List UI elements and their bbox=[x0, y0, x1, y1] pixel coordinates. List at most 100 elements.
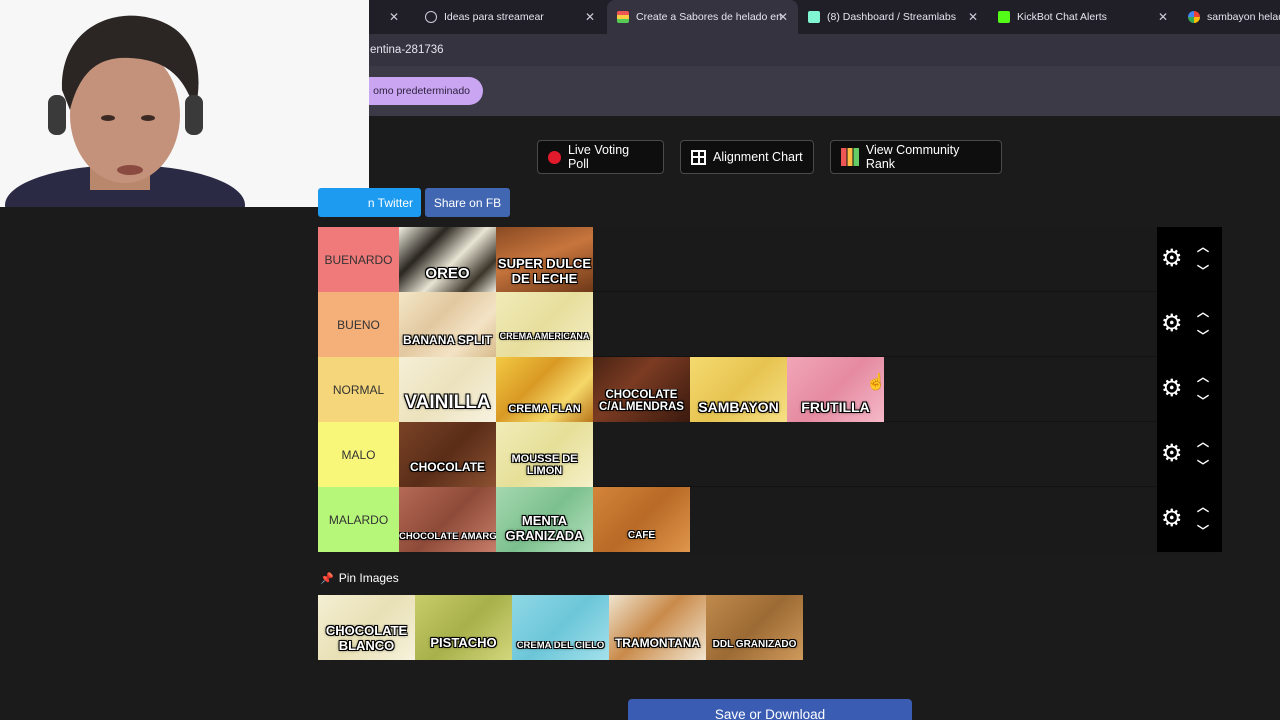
tier-row-malo: MALO CHOCOLATE MOUSSE DE LIMON ⚙ ︿ ﹀ bbox=[318, 422, 1222, 487]
tier-row-normal: NORMAL VAINILLA CREMA FLAN CHOCOLATE C/A… bbox=[318, 357, 1222, 422]
webcam-overlay bbox=[0, 0, 369, 207]
tier-label[interactable]: BUENARDO bbox=[318, 227, 399, 292]
tier-item[interactable]: VAINILLA bbox=[399, 357, 496, 422]
pin-images-toggle[interactable]: 📌 Pin Images bbox=[320, 571, 399, 585]
item-label: CAFÉ bbox=[627, 530, 656, 541]
tab-sambayon[interactable]: sambayon helad bbox=[1178, 0, 1280, 34]
chevron-down-icon[interactable]: ﹀ bbox=[1197, 330, 1209, 342]
url-text[interactable]: entina-281736 bbox=[370, 44, 444, 56]
item-label: FRUTILLA bbox=[801, 399, 870, 415]
globe-icon bbox=[425, 11, 437, 23]
item-label: CREMA DEL CIELO bbox=[516, 640, 605, 651]
tier-items: CHOCOLATE MOUSSE DE LIMON bbox=[399, 422, 593, 487]
share-twitter-button[interactable]: n Twitter bbox=[318, 188, 421, 217]
tier-label[interactable]: MALARDO bbox=[318, 487, 399, 552]
pool-item[interactable]: CREMA DEL CIELO bbox=[512, 595, 609, 660]
chevron-up-icon[interactable]: ︿ bbox=[1197, 501, 1209, 513]
item-label: MOUSSE DE LIMON bbox=[511, 452, 578, 477]
tab-create-sabores[interactable]: Create a Sabores de helado en ✕ bbox=[607, 0, 798, 34]
gear-icon[interactable]: ⚙ bbox=[1161, 507, 1183, 531]
alignment-chart-button[interactable]: Alignment Chart bbox=[680, 140, 814, 174]
tier-grid-icon bbox=[841, 148, 859, 166]
pool-item[interactable]: TRAMONTANA bbox=[609, 595, 706, 660]
chevron-down-icon[interactable]: ﹀ bbox=[1197, 395, 1209, 407]
view-community-rank-button[interactable]: View Community Rank bbox=[830, 140, 1002, 174]
tier-item[interactable]: OREO bbox=[399, 227, 496, 292]
tier-item[interactable]: CAFÉ bbox=[593, 487, 690, 552]
save-or-download-button[interactable]: Save or Download bbox=[628, 699, 912, 720]
tier-controls: ⚙ ︿ ﹀ bbox=[1157, 487, 1222, 552]
chevron-up-icon[interactable]: ︿ bbox=[1197, 371, 1209, 383]
tab-kickbot[interactable]: KickBot Chat Alerts ✕ bbox=[988, 0, 1178, 34]
tier-row-malardo: MALARDO CHOCOLATE AMARGO MENTA GRANIZADA… bbox=[318, 487, 1222, 552]
item-label: CHOCOLATE AMARGO bbox=[399, 531, 496, 542]
tier-controls: ⚙ ︿ ﹀ bbox=[1157, 357, 1222, 422]
tier-controls: ⚙ ︿ ﹀ bbox=[1157, 227, 1222, 292]
tier-item[interactable]: CHOCOLATE AMARGO bbox=[399, 487, 496, 552]
item-label: SUPER DULCE DE LECHE bbox=[497, 257, 592, 286]
tab-close-only[interactable]: ✕ bbox=[369, 0, 409, 34]
item-label: CHOCOLATE BLANCO bbox=[325, 624, 408, 653]
live-voting-poll-button[interactable]: Live Voting Poll bbox=[537, 140, 664, 174]
tier-items: OREO SUPER DULCE DE LECHE bbox=[399, 227, 593, 292]
item-label: OREO bbox=[425, 265, 470, 282]
gear-icon[interactable]: ⚙ bbox=[1161, 312, 1183, 336]
pin-icon: 📌 bbox=[320, 572, 334, 585]
tiermaker-icon bbox=[617, 11, 629, 23]
share-facebook-button[interactable]: Share on FB bbox=[425, 188, 510, 217]
tier-label[interactable]: BUENO bbox=[318, 292, 399, 357]
tier-item[interactable]: SUPER DULCE DE LECHE bbox=[496, 227, 593, 292]
unranked-images-pool: CHOCOLATE BLANCO PISTACHO CREMA DEL CIEL… bbox=[318, 595, 803, 660]
tier-label[interactable]: MALO bbox=[318, 422, 399, 487]
gear-icon[interactable]: ⚙ bbox=[1161, 247, 1183, 271]
tier-row-bueno: BUENO BANANA SPLIT CREMA AMERICANA ⚙ ︿ ﹀ bbox=[318, 292, 1222, 357]
button-label: View Community Rank bbox=[865, 143, 960, 171]
button-label: Live Voting Poll bbox=[567, 143, 630, 171]
gear-icon[interactable]: ⚙ bbox=[1161, 377, 1183, 401]
chevron-up-icon[interactable]: ︿ bbox=[1197, 241, 1209, 253]
chevron-down-icon[interactable]: ﹀ bbox=[1197, 460, 1209, 472]
item-label: CHOCOLATE C/ALMENDRAS bbox=[599, 388, 684, 414]
close-icon[interactable]: ✕ bbox=[968, 10, 978, 24]
tab-streamlabs-dashboard[interactable]: (8) Dashboard / Streamlabs ✕ bbox=[798, 0, 988, 34]
record-dot-icon bbox=[548, 150, 561, 164]
close-icon[interactable]: ✕ bbox=[778, 10, 788, 24]
tier-item[interactable]: SAMBAYON bbox=[690, 357, 787, 422]
tab-label: Ideas para streamear bbox=[444, 11, 544, 23]
item-label: PISTACHO bbox=[430, 635, 497, 650]
google-icon bbox=[1188, 11, 1200, 23]
chevron-down-icon[interactable]: ﹀ bbox=[1197, 525, 1209, 537]
tier-items: CHOCOLATE AMARGO MENTA GRANIZADA CAFÉ bbox=[399, 487, 690, 552]
item-label: VAINILLA bbox=[404, 393, 491, 414]
close-icon[interactable]: ✕ bbox=[585, 10, 595, 24]
tier-item[interactable]: CHOCOLATE bbox=[399, 422, 496, 487]
tier-label[interactable]: NORMAL bbox=[318, 357, 399, 422]
kickbot-icon bbox=[998, 11, 1010, 23]
grid-icon bbox=[691, 149, 706, 165]
close-icon[interactable]: ✕ bbox=[1158, 10, 1168, 24]
tier-item[interactable]: MENTA GRANIZADA bbox=[496, 487, 593, 552]
close-icon[interactable]: ✕ bbox=[389, 10, 399, 24]
chevron-up-icon[interactable]: ︿ bbox=[1197, 436, 1209, 448]
tier-item[interactable]: CHOCOLATE C/ALMENDRAS bbox=[593, 357, 690, 422]
pool-item[interactable]: CHOCOLATE BLANCO bbox=[318, 595, 415, 660]
tier-controls: ⚙ ︿ ﹀ bbox=[1157, 422, 1222, 487]
item-label: DDL GRANIZADO bbox=[712, 639, 797, 650]
pool-item[interactable]: PISTACHO bbox=[415, 595, 512, 660]
pin-images-label: Pin Images bbox=[338, 571, 399, 585]
tier-item[interactable]: CREMA FLAN bbox=[496, 357, 593, 422]
item-label: BANANA SPLIT bbox=[403, 333, 492, 347]
pool-item[interactable]: DDL GRANIZADO bbox=[706, 595, 803, 660]
tier-item[interactable]: CREMA AMERICANA bbox=[496, 292, 593, 357]
mouse-cursor-icon: ☝ bbox=[866, 374, 886, 391]
gear-icon[interactable]: ⚙ bbox=[1161, 442, 1183, 466]
tier-item[interactable]: BANANA SPLIT bbox=[399, 292, 496, 357]
tab-ideas-para-streamear[interactable]: Ideas para streamear ✕ bbox=[415, 0, 605, 34]
tab-label: KickBot Chat Alerts bbox=[1017, 11, 1107, 23]
chevron-up-icon[interactable]: ︿ bbox=[1197, 306, 1209, 318]
item-label: CREMA FLAN bbox=[508, 402, 581, 415]
tier-item[interactable]: MOUSSE DE LIMON bbox=[496, 422, 593, 487]
item-label: CREMA AMERICANA bbox=[499, 332, 590, 342]
chevron-down-icon[interactable]: ﹀ bbox=[1197, 265, 1209, 277]
tab-label: Create a Sabores de helado en bbox=[636, 11, 782, 23]
